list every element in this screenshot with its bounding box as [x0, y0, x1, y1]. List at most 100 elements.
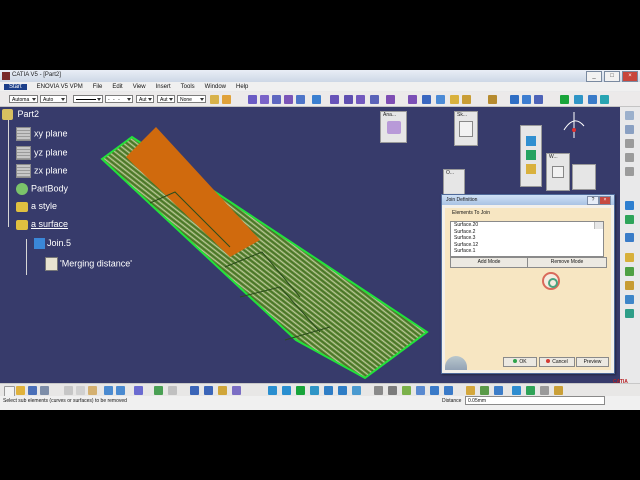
- table-icon[interactable]: [190, 386, 199, 395]
- snap-icon[interactable]: [408, 95, 417, 104]
- cancel-button[interactable]: Cancel: [539, 357, 575, 367]
- tool-icon[interactable]: [625, 153, 634, 162]
- pan-icon[interactable]: [296, 386, 305, 395]
- tool-icon[interactable]: [625, 125, 634, 134]
- pan-icon[interactable]: [560, 95, 569, 104]
- help-icon[interactable]: [134, 386, 143, 395]
- tool-icon[interactable]: [625, 309, 634, 318]
- tree-root[interactable]: Part2: [2, 109, 39, 121]
- print-icon[interactable]: [40, 386, 49, 395]
- menu-insert[interactable]: Insert: [156, 84, 171, 90]
- tool-icon[interactable]: [625, 215, 634, 224]
- color-dropdown[interactable]: Auto: [40, 95, 67, 103]
- tool-icon[interactable]: [625, 167, 634, 176]
- redo-icon[interactable]: [116, 386, 125, 395]
- tool-icon[interactable]: [625, 267, 634, 276]
- tree-item-a-style[interactable]: a style: [16, 201, 57, 212]
- style-dropdown[interactable]: Automa: [9, 95, 38, 103]
- weight-dropdown[interactable]: Aut: [136, 95, 154, 103]
- tool-icon[interactable]: [526, 164, 536, 174]
- formula-icon[interactable]: [154, 386, 163, 395]
- tool-icon[interactable]: [218, 386, 227, 395]
- menu-edit[interactable]: Edit: [112, 84, 122, 90]
- save-icon[interactable]: [28, 386, 37, 395]
- eraser-icon[interactable]: [312, 95, 321, 104]
- surface-tool-icon[interactable]: [344, 95, 353, 104]
- tool-icon[interactable]: [512, 386, 521, 395]
- copy-icon[interactable]: [76, 386, 85, 395]
- menu-tools[interactable]: Tools: [181, 84, 195, 90]
- tool-icon[interactable]: [526, 136, 536, 146]
- tool-icon[interactable]: [540, 386, 549, 395]
- grid-icon[interactable]: [436, 95, 445, 104]
- tool-icon[interactable]: [466, 386, 475, 395]
- cut-icon[interactable]: [64, 386, 73, 395]
- surface-tool-icon[interactable]: [330, 95, 339, 104]
- undo-icon[interactable]: [104, 386, 113, 395]
- list-scrollbar[interactable]: [594, 222, 603, 229]
- compass-icon[interactable]: [560, 110, 588, 140]
- zoom-out-icon[interactable]: [338, 386, 347, 395]
- tree-item-a-surface[interactable]: a surface: [16, 219, 68, 230]
- tool-icon[interactable]: [625, 139, 634, 148]
- none-dropdown[interactable]: None: [177, 95, 206, 103]
- menu-enovia[interactable]: ENOVIA V5 VPM: [37, 84, 83, 90]
- tree-item-yz-plane[interactable]: yz plane: [16, 146, 68, 160]
- views-icon[interactable]: [374, 386, 383, 395]
- render-style-icon[interactable]: [388, 386, 397, 395]
- preview-button[interactable]: Preview: [576, 357, 609, 367]
- sketcher-icon[interactable]: [459, 121, 473, 137]
- tool-icon[interactable]: [494, 386, 503, 395]
- paste-icon[interactable]: [88, 386, 97, 395]
- dialog-close-button[interactable]: ×: [599, 196, 611, 205]
- painter-icon[interactable]: [222, 95, 231, 104]
- fit-all-icon[interactable]: [282, 386, 291, 395]
- tool-icon[interactable]: [480, 386, 489, 395]
- view-icon[interactable]: [534, 95, 543, 104]
- menu-window[interactable]: Window: [205, 84, 226, 90]
- thickness-dropdown[interactable]: - - -: [105, 95, 133, 103]
- close-button[interactable]: ×: [622, 71, 638, 82]
- tool-icon[interactable]: [625, 281, 634, 290]
- tool-icon[interactable]: [444, 386, 453, 395]
- layer-dropdown[interactable]: Aut: [157, 95, 175, 103]
- remove-mode-button[interactable]: Remove Mode: [527, 257, 607, 268]
- comment-icon[interactable]: [168, 386, 177, 395]
- analysis-icon[interactable]: [386, 121, 401, 134]
- menu-help[interactable]: Help: [236, 84, 248, 90]
- fly-icon[interactable]: [268, 386, 277, 395]
- normal-view-icon[interactable]: [600, 95, 609, 104]
- surface-tool-icon[interactable]: [284, 95, 293, 104]
- zoom-icon[interactable]: [588, 95, 597, 104]
- list-item[interactable]: Surface.1: [451, 248, 603, 255]
- surface-tool-icon[interactable]: [356, 95, 365, 104]
- zoom-in-icon[interactable]: [324, 386, 333, 395]
- tool-icon[interactable]: [625, 233, 634, 242]
- surface-tool-icon[interactable]: [260, 95, 269, 104]
- hide-show-icon[interactable]: [402, 386, 411, 395]
- linetype-dropdown[interactable]: [73, 95, 103, 103]
- tool-icon[interactable]: [625, 295, 634, 304]
- open-folder-icon[interactable]: [16, 386, 25, 395]
- view-icon[interactable]: [522, 95, 531, 104]
- tree-item-xy-plane[interactable]: xy plane: [16, 127, 68, 141]
- tool-icon[interactable]: [554, 386, 563, 395]
- rotate-icon[interactable]: [310, 386, 319, 395]
- tree-item-zx-plane[interactable]: zx plane: [16, 164, 68, 178]
- distance-input[interactable]: 0.05mm: [465, 396, 605, 405]
- surface-tool-icon[interactable]: [296, 95, 305, 104]
- help-button[interactable]: ?: [587, 196, 599, 205]
- surface-tool-icon[interactable]: [248, 95, 257, 104]
- tree-item-join5[interactable]: Join.5: [34, 238, 71, 250]
- normal-view-icon[interactable]: [352, 386, 361, 395]
- paint-brush-icon[interactable]: [210, 95, 219, 104]
- ok-button[interactable]: OK: [503, 357, 537, 367]
- sketch-icon[interactable]: [450, 95, 459, 104]
- tool-icon[interactable]: [430, 386, 439, 395]
- tool-icon[interactable]: [526, 386, 535, 395]
- maximize-button[interactable]: □: [604, 71, 620, 82]
- elements-listbox[interactable]: Surface.20 Surface.2 Surface.3 Surface.1…: [450, 221, 604, 257]
- view-icon[interactable]: [510, 95, 519, 104]
- tool-icon[interactable]: [625, 201, 634, 210]
- table-icon[interactable]: [204, 386, 213, 395]
